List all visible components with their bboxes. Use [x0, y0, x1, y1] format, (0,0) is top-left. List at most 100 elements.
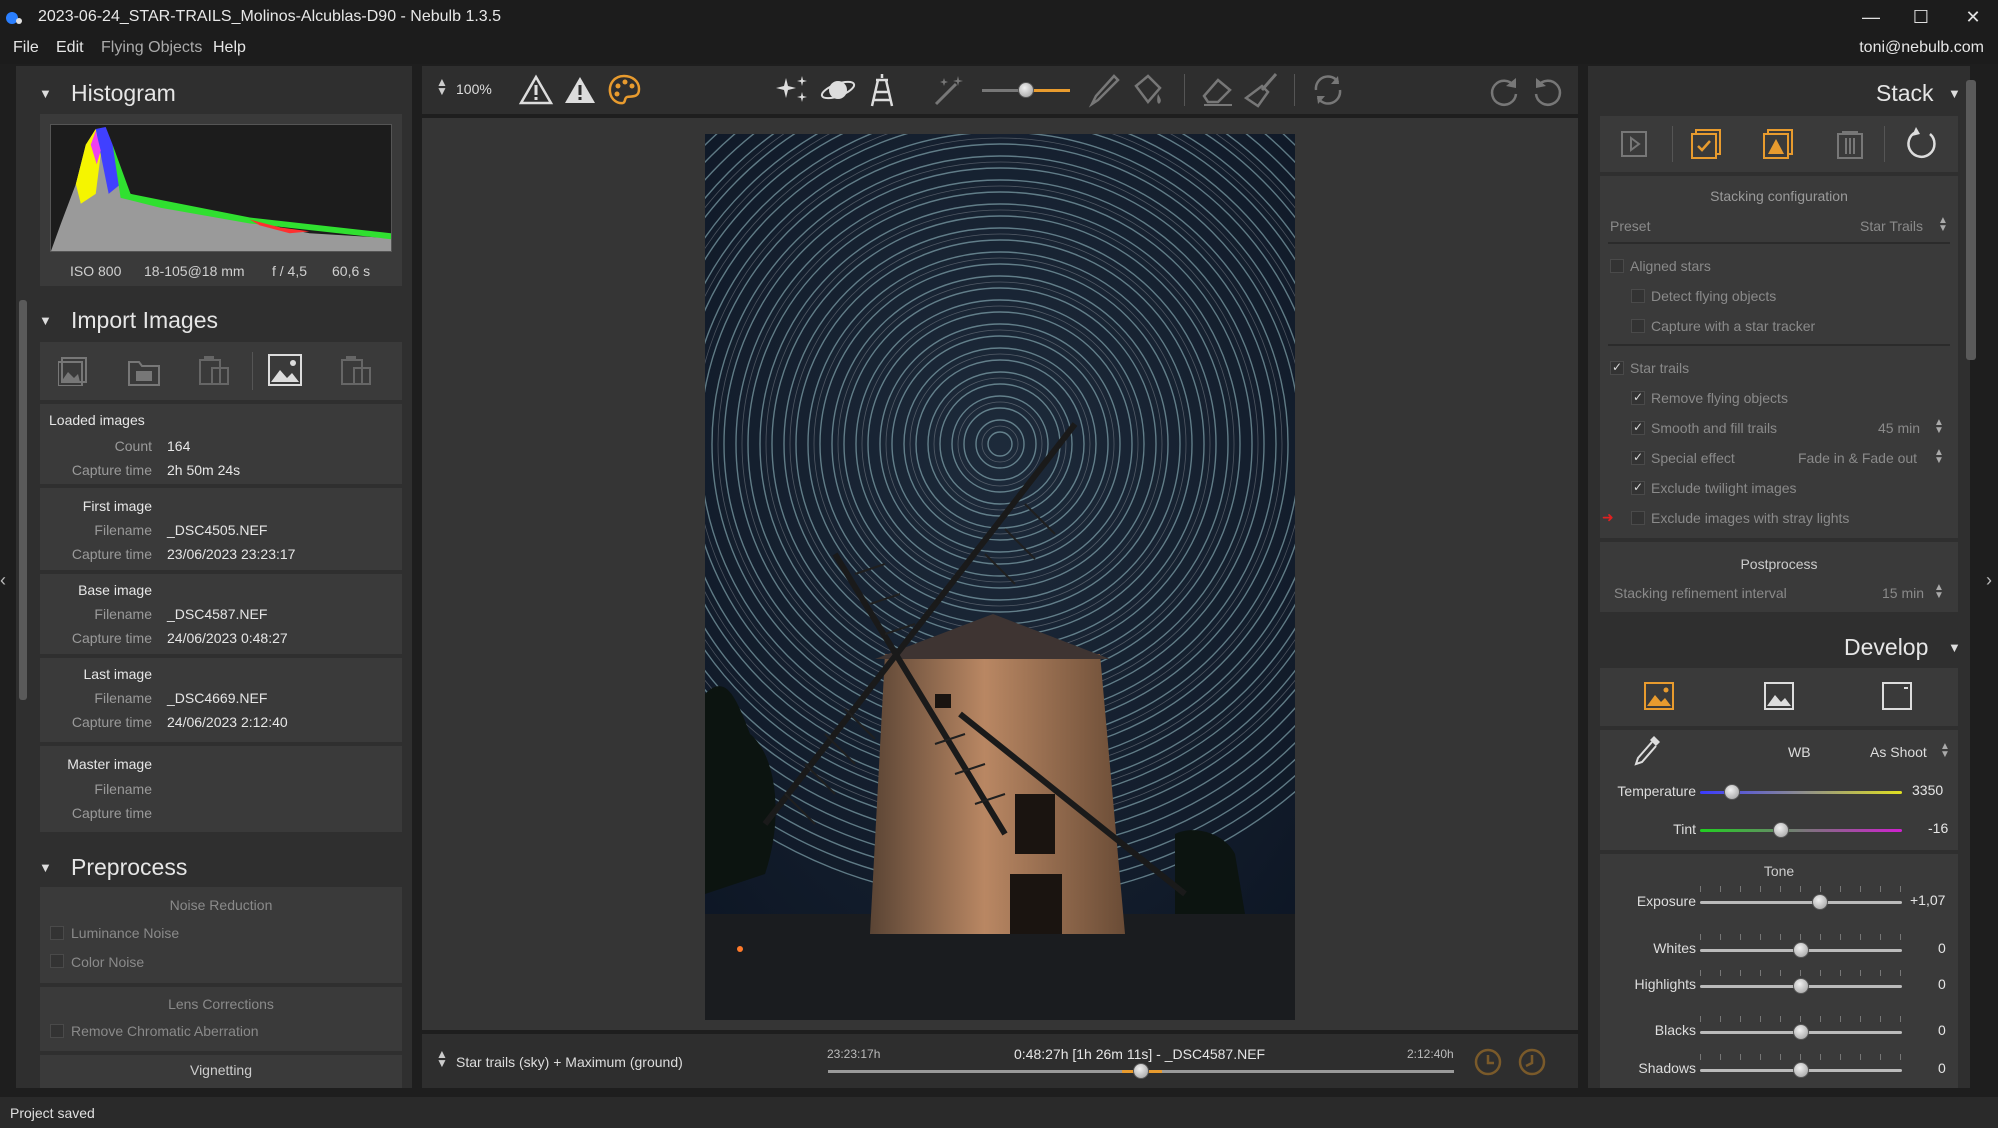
base-filename-label: Filename — [94, 606, 152, 622]
develop-collapse-icon[interactable]: ▼ — [1948, 640, 1961, 655]
user-account[interactable]: toni@nebulb.com — [1859, 39, 1984, 57]
tint-value[interactable]: -16 — [1928, 820, 1948, 836]
remove-images-icon[interactable] — [198, 356, 230, 386]
preset-stepper-icon[interactable]: ▲ ▼ — [1938, 216, 1948, 234]
highlights-value[interactable]: 0 — [1938, 976, 1946, 992]
preset-value[interactable]: Star Trails — [1860, 218, 1923, 234]
status-bar: Project saved — [0, 1097, 1998, 1128]
remove-image-icon[interactable] — [340, 356, 372, 386]
refine-interval-value[interactable]: 15 min — [1882, 585, 1924, 601]
blacks-knob[interactable] — [1793, 1024, 1809, 1040]
chromatic-aberration-checkbox[interactable] — [50, 1024, 64, 1038]
mode-stepper-icon[interactable]: ▲ ▼ — [436, 1048, 448, 1069]
brush-size-knob[interactable] — [1018, 82, 1034, 98]
color-palette-icon[interactable] — [606, 72, 642, 108]
highlights-knob[interactable] — [1793, 978, 1809, 994]
clock-forward-icon[interactable] — [1472, 1046, 1504, 1078]
redo-icon[interactable] — [1486, 72, 1522, 108]
develop-sky-icon[interactable] — [1644, 682, 1674, 710]
menu-edit[interactable]: Edit — [56, 39, 84, 57]
exposure-slider[interactable] — [1700, 901, 1902, 904]
smooth-fill-checkbox[interactable] — [1631, 420, 1645, 435]
exposure-knob[interactable] — [1812, 894, 1828, 910]
smooth-fill-stepper-icon[interactable]: ▲ ▼ — [1934, 418, 1944, 436]
refine-interval-label: Stacking refinement interval — [1614, 585, 1787, 601]
play-stack-icon[interactable] — [1620, 130, 1648, 158]
collapse-left-icon[interactable]: ‹ — [0, 570, 6, 591]
minimize-button[interactable]: — — [1846, 0, 1896, 34]
stack-mode-selector[interactable]: Star trails (sky) + Maximum (ground) — [456, 1054, 683, 1070]
special-effect-checkbox[interactable] — [1631, 450, 1645, 465]
undo-icon[interactable] — [1530, 72, 1566, 108]
smooth-fill-label: Smooth and fill trails — [1651, 420, 1778, 436]
star-trails-checkbox[interactable] — [1610, 360, 1624, 375]
warning-outline-icon[interactable] — [518, 72, 554, 108]
stars-icon[interactable] — [776, 72, 812, 108]
shadows-value[interactable]: 0 — [1938, 1060, 1946, 1076]
import-images-icon[interactable] — [58, 356, 90, 386]
clock-history-icon[interactable] — [1516, 1046, 1548, 1078]
reset-stack-icon[interactable] — [1904, 126, 1940, 162]
blacks-value[interactable]: 0 — [1938, 1022, 1946, 1038]
special-effect-value[interactable]: Fade in & Fade out — [1798, 450, 1917, 466]
remove-flying-checkbox[interactable] — [1631, 390, 1645, 405]
star-tracker-checkbox[interactable] — [1631, 319, 1645, 333]
import-folder-icon[interactable] — [128, 358, 160, 386]
wb-value[interactable]: As Shoot — [1870, 744, 1927, 760]
histogram-collapse-icon[interactable]: ▼ — [39, 86, 52, 101]
exclude-stray-checkbox[interactable] — [1631, 511, 1645, 525]
preprocess-collapse-icon[interactable]: ▼ — [39, 860, 52, 875]
maximize-button[interactable]: ☐ — [1896, 0, 1946, 34]
magic-wand-icon[interactable] — [932, 72, 968, 108]
timeline-knob[interactable] — [1133, 1063, 1149, 1079]
whites-knob[interactable] — [1793, 942, 1809, 958]
stack-checked-icon[interactable] — [1690, 128, 1722, 160]
stack-delete-icon[interactable] — [1834, 128, 1866, 160]
last-image-title: Last image — [83, 666, 152, 682]
planet-icon[interactable] — [820, 72, 856, 108]
image-viewer[interactable] — [422, 118, 1578, 1030]
detect-flying-checkbox[interactable] — [1631, 289, 1645, 303]
whites-value[interactable]: 0 — [1938, 940, 1946, 956]
right-scrollbar[interactable] — [1966, 80, 1976, 360]
luminance-noise-checkbox[interactable] — [50, 926, 64, 940]
develop-ground-icon[interactable] — [1764, 682, 1794, 710]
menu-flying-objects[interactable]: Flying Objects — [101, 39, 202, 57]
import-collapse-icon[interactable]: ▼ — [39, 313, 52, 328]
stack-collapse-icon[interactable]: ▼ — [1948, 86, 1961, 101]
eraser-icon[interactable] — [1200, 72, 1236, 108]
refresh-icon[interactable] — [1310, 72, 1346, 108]
exclude-twilight-checkbox[interactable] — [1631, 480, 1645, 495]
smooth-fill-value[interactable]: 45 min — [1878, 420, 1920, 436]
zoom-value[interactable]: 100% — [456, 81, 492, 97]
color-noise-checkbox[interactable] — [50, 954, 64, 968]
menu-help[interactable]: Help — [213, 39, 246, 57]
brush-icon[interactable] — [1086, 72, 1122, 108]
refine-interval-stepper-icon[interactable]: ▲ ▼ — [1934, 583, 1944, 601]
tower-icon[interactable] — [864, 72, 900, 108]
develop-frame-icon[interactable] — [1882, 682, 1912, 710]
loaded-images-group: Loaded images Count 164 Capture time 2h … — [40, 404, 402, 484]
close-button[interactable]: ✕ — [1948, 0, 1998, 34]
star-trails-image[interactable] — [705, 134, 1295, 1020]
exposure-value[interactable]: +1,07 — [1910, 892, 1945, 908]
eyedropper-icon[interactable] — [1632, 734, 1662, 768]
menu-file[interactable]: File — [13, 39, 39, 57]
single-image-icon[interactable] — [268, 354, 302, 386]
special-effect-stepper-icon[interactable]: ▲ ▼ — [1934, 448, 1944, 466]
temperature-value[interactable]: 3350 — [1912, 782, 1943, 798]
tint-knob[interactable] — [1773, 822, 1789, 838]
wb-stepper-icon[interactable]: ▲ ▼ — [1940, 742, 1950, 760]
timeline-bar: ▲ ▼ Star trails (sky) + Maximum (ground) … — [422, 1034, 1578, 1088]
paint-bucket-icon[interactable] — [1130, 72, 1166, 108]
temperature-knob[interactable] — [1724, 784, 1740, 800]
aligned-stars-checkbox[interactable] — [1610, 259, 1624, 273]
zoom-stepper-icon[interactable]: ▲ ▼ — [436, 76, 448, 97]
shadows-knob[interactable] — [1793, 1062, 1809, 1078]
left-scrollbar[interactable] — [19, 300, 27, 700]
collapse-right-icon[interactable]: › — [1986, 570, 1992, 591]
tint-slider[interactable] — [1700, 829, 1902, 832]
broom-icon[interactable] — [1244, 72, 1280, 108]
stack-warning-icon[interactable] — [1762, 128, 1794, 160]
warning-filled-icon[interactable] — [562, 72, 598, 108]
